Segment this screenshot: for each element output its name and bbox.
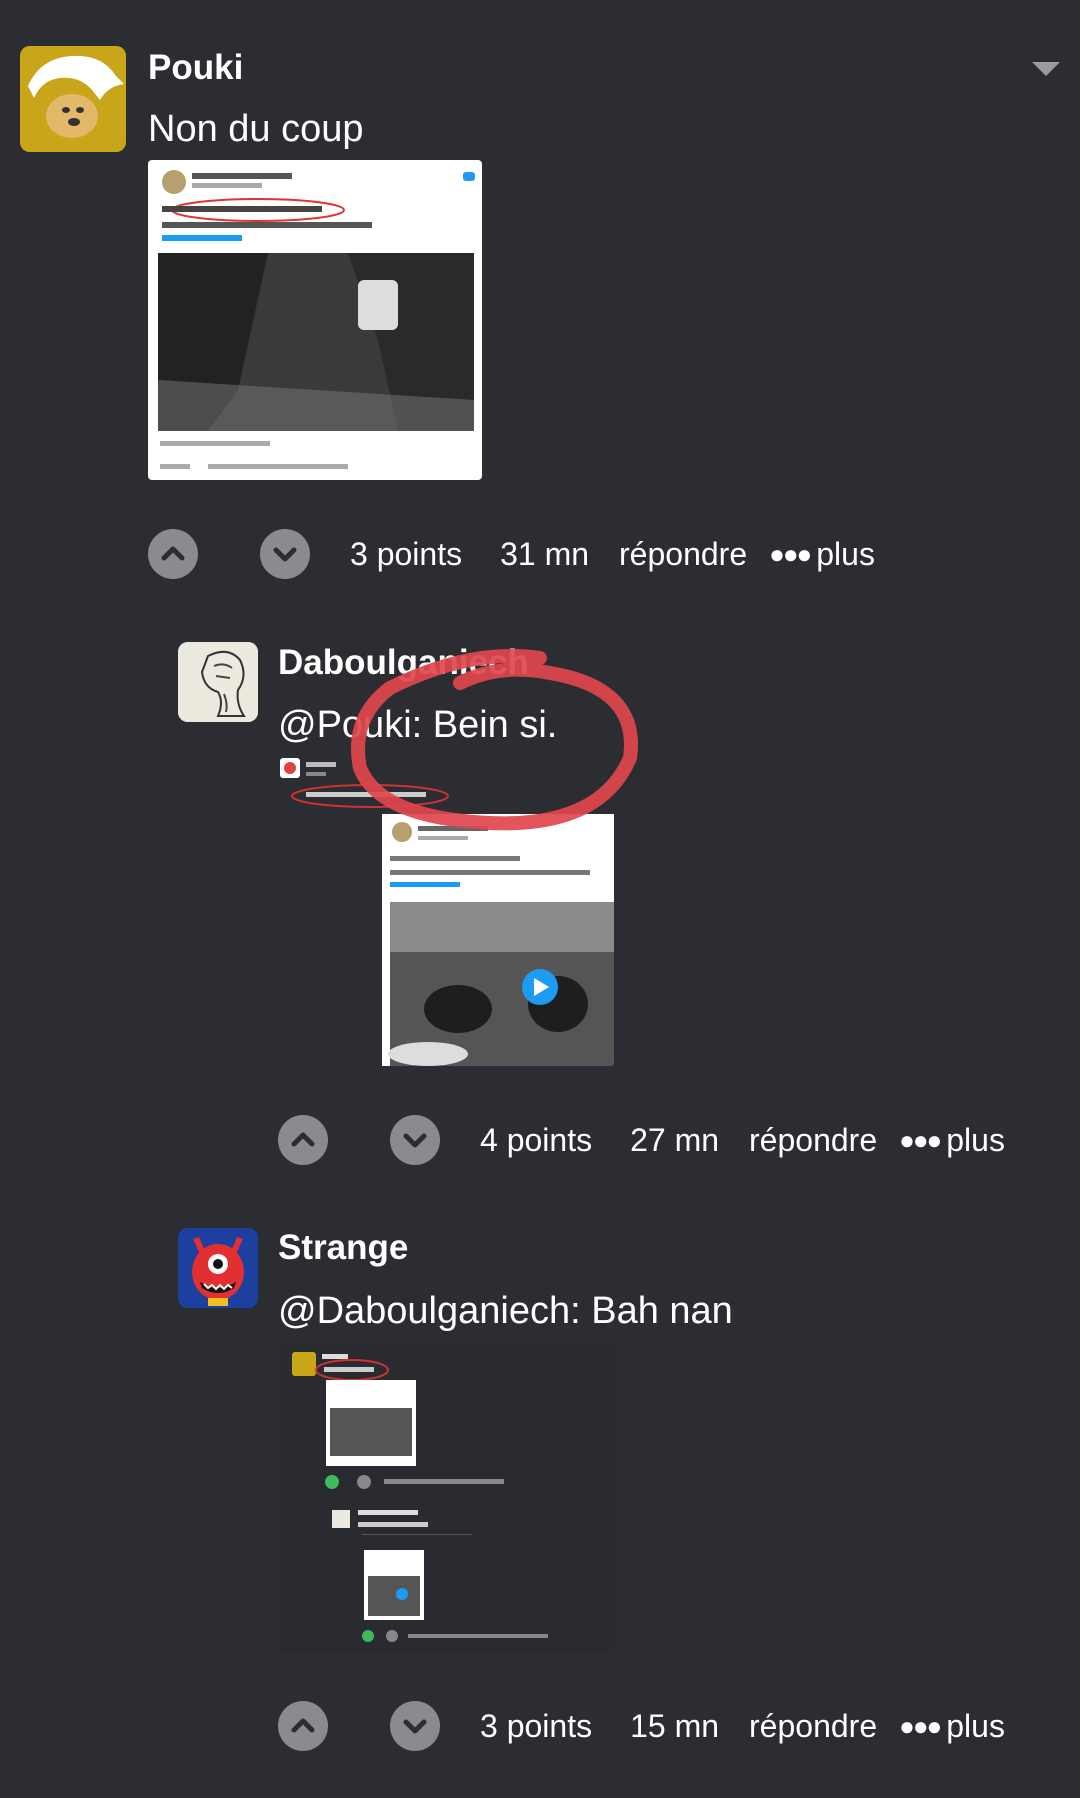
reply-button[interactable]: répondre	[749, 1708, 877, 1745]
comment-text: @Daboulganiech: Bah nan	[278, 1290, 733, 1332]
points-count: 3 points	[350, 535, 463, 572]
downvote-button[interactable]	[390, 1701, 440, 1751]
comment-actions: 3 points 31 mn répondre ●●● plus	[148, 524, 875, 584]
downvote-button[interactable]	[390, 1115, 440, 1165]
reply-button[interactable]: répondre	[749, 1122, 877, 1159]
more-label: plus	[946, 1707, 1005, 1744]
collapse-arrow-icon[interactable]	[1032, 62, 1060, 76]
chevron-down-icon	[273, 547, 297, 562]
more-label: plus	[816, 535, 875, 572]
downvote-button[interactable]	[260, 529, 310, 579]
more-button[interactable]: ●●● plus	[899, 1122, 1005, 1159]
upvote-button[interactable]	[278, 1701, 328, 1751]
red-circle-annotation	[351, 649, 638, 831]
sketch-avatar-icon	[178, 642, 258, 722]
app-screenshot-thumbnail[interactable]	[278, 1342, 614, 1652]
dots-icon: ●●●	[769, 538, 812, 569]
chevron-down-icon	[403, 1719, 427, 1734]
chevron-up-icon	[291, 1132, 315, 1147]
timestamp: 27 mn	[630, 1121, 720, 1158]
chevron-down-icon	[403, 1133, 427, 1148]
timestamp: 15 mn	[630, 1707, 720, 1744]
doge-avatar-icon	[20, 46, 126, 152]
points-count: 3 points	[480, 1707, 593, 1744]
chevron-up-icon	[161, 546, 185, 561]
dots-icon: ●●●	[899, 1710, 942, 1741]
more-button[interactable]: ●●● plus	[899, 1708, 1005, 1745]
timestamp: 31 mn	[500, 535, 590, 572]
tweet-screenshot-thumbnail[interactable]	[148, 160, 482, 480]
comment-author[interactable]: Strange	[278, 1228, 408, 1268]
dots-icon: ●●●	[899, 1124, 942, 1155]
points-count: 4 points	[480, 1121, 593, 1158]
comment-actions: 3 points 15 mn répondre ●●● plus	[278, 1696, 1005, 1756]
red-monster-avatar-icon	[178, 1228, 258, 1308]
reply-button[interactable]: répondre	[619, 536, 747, 573]
comment-actions: 4 points 27 mn répondre ●●● plus	[278, 1110, 1005, 1170]
chevron-up-icon	[291, 1718, 315, 1733]
avatar[interactable]	[178, 642, 258, 722]
comment-text: Non du coup	[148, 108, 364, 150]
upvote-button[interactable]	[278, 1115, 328, 1165]
more-button[interactable]: ●●● plus	[769, 536, 875, 573]
avatar[interactable]	[20, 46, 126, 152]
avatar[interactable]	[178, 1228, 258, 1308]
upvote-button[interactable]	[148, 529, 198, 579]
comment-author[interactable]: Pouki	[148, 48, 243, 88]
more-label: plus	[946, 1121, 1005, 1158]
